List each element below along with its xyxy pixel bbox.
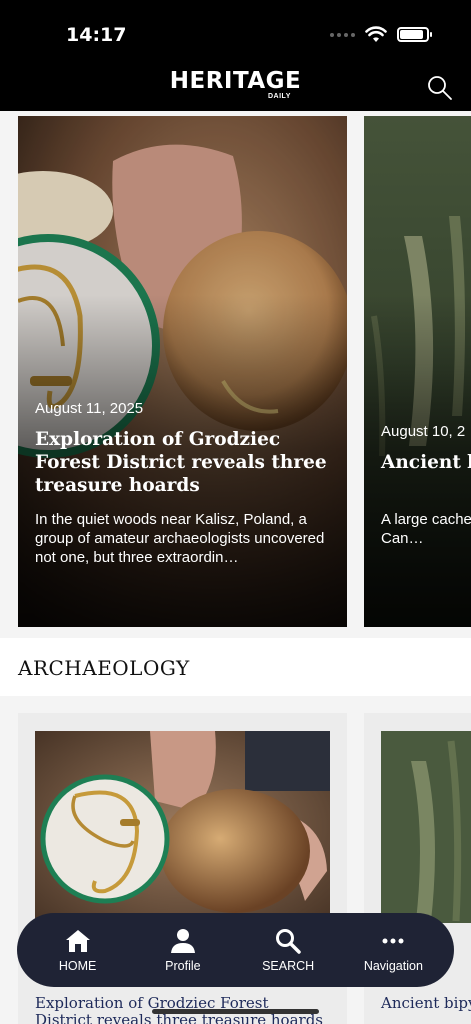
article-date: August 11, 2025 [35,400,144,417]
tab-label: HOME [58,959,97,973]
search-icon [428,76,452,100]
profile-icon [170,929,195,953]
article-thumbnail [381,731,471,923]
article-date: August 10, 2 [381,423,466,440]
heritage-daily-logo[interactable]: HERITAGE DAILY [0,68,471,100]
featured-carousel[interactable]: August 11, 2025 Exploration of Grodziec … [0,111,471,636]
featured-card[interactable]: August 11, 2025 Exploration of Grodziec … [18,116,347,627]
wifi-icon [365,26,387,42]
logo-sub-text: DAILY [268,93,291,100]
article-excerpt: In the quiet woods near Kalisz, Poland, … [35,511,325,566]
bottom-tab-bar: HOME Profile SEARCH Navigation [17,913,454,987]
article-title[interactable]: Ancient bipy… submerged i… [381,995,471,1012]
section-header: ARCHAEOLOGY [0,638,471,696]
tab-label: Navigation [363,959,423,973]
search-icon [276,929,301,954]
article-excerpt: A large cache… been discove… Posavina Ca… [381,511,471,547]
battery-icon [397,27,432,42]
home-icon [65,930,90,952]
logo-main-text: HERITAGE [169,68,302,94]
search-button[interactable] [426,74,454,102]
article-title[interactable]: Ancient b… found sub… [381,451,471,474]
tab-label: Profile [165,959,201,973]
home-indicator[interactable] [152,1009,319,1014]
cellular-signal-icon [330,32,355,37]
tab-search[interactable]: SEARCH [238,927,338,973]
status-time: 14:17 [66,24,127,46]
article-title[interactable]: Exploration of Grodziec Forest District … [35,428,330,497]
tab-navigation[interactable]: Navigation [343,927,443,973]
more-icon [382,938,404,944]
tab-label: SEARCH [262,959,315,973]
tab-home[interactable]: HOME [28,927,128,973]
tab-profile[interactable]: Profile [133,927,233,973]
status-icons [330,26,432,43]
section-title: ARCHAEOLOGY [18,656,190,680]
article-thumbnail [35,731,330,923]
featured-card[interactable]: August 10, 2 Ancient b… found sub… A lar… [364,116,471,627]
app-header: HERITAGE DAILY [0,66,471,111]
status-bar: 14:17 [0,0,471,66]
